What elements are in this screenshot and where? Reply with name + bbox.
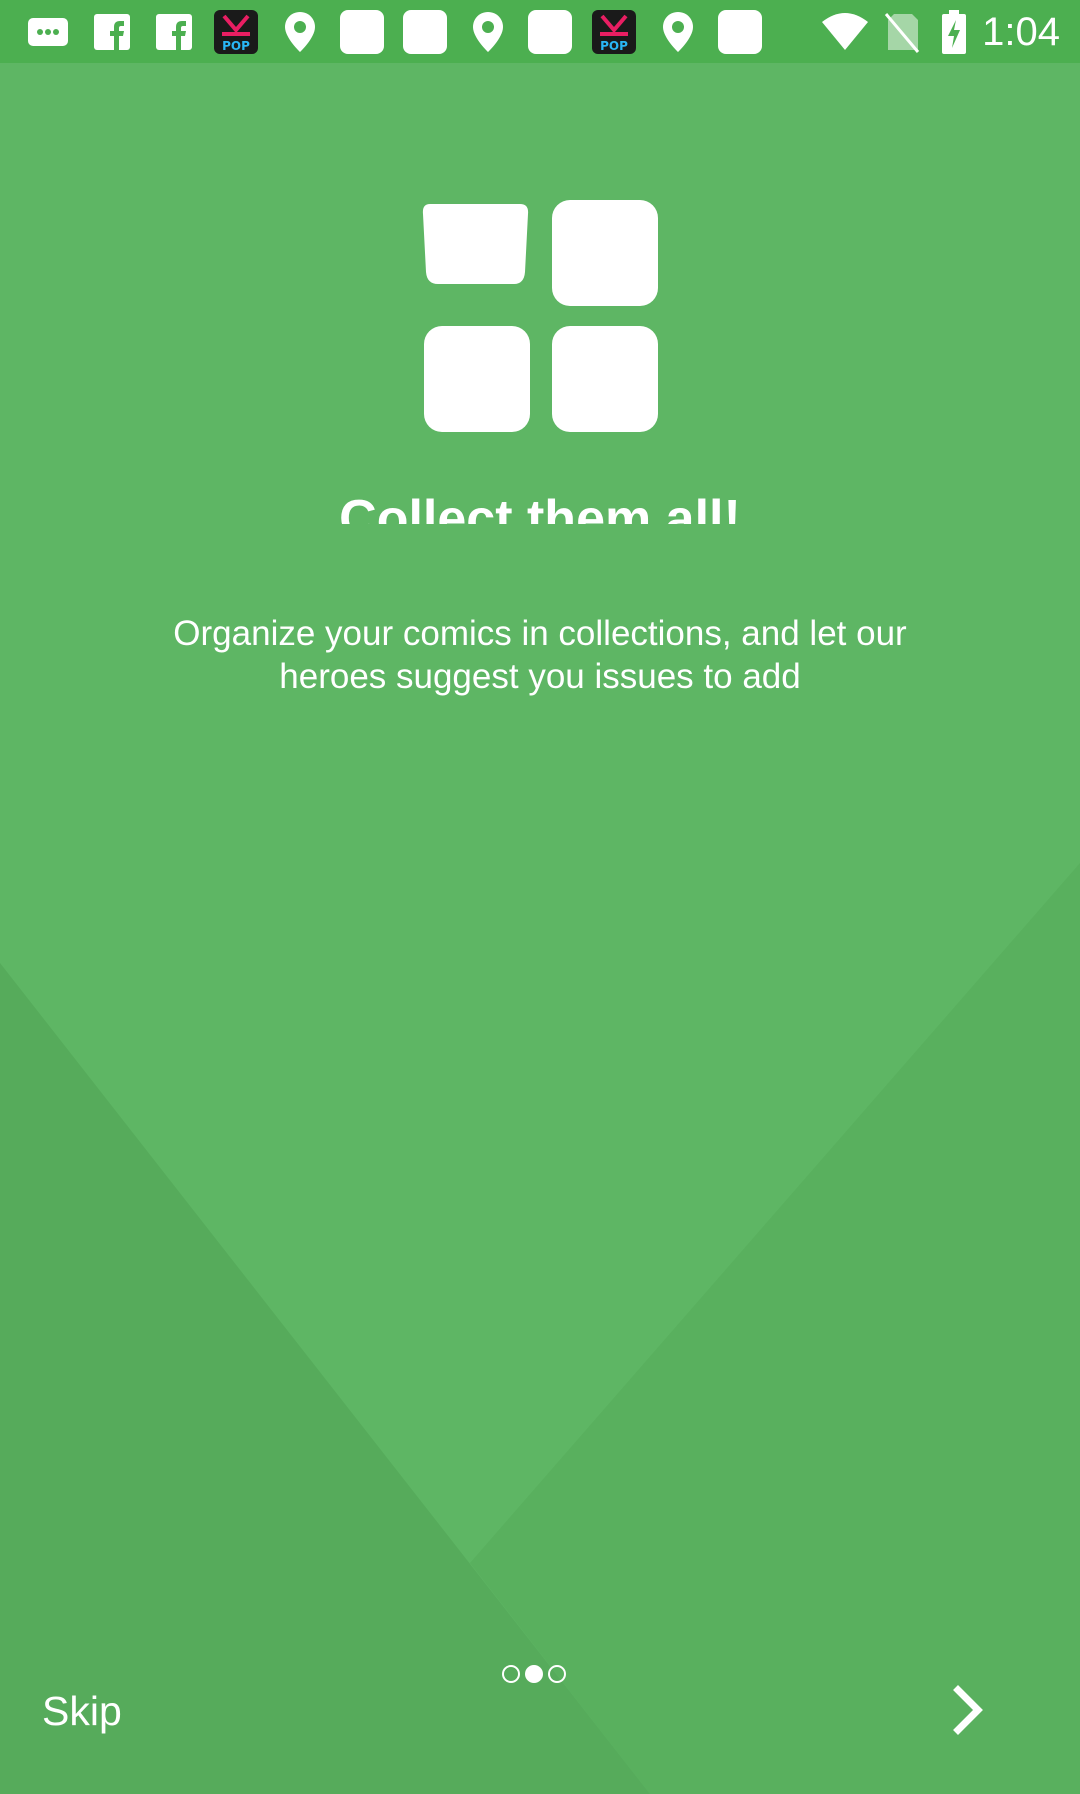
skip-button[interactable]: Skip: [42, 1684, 122, 1738]
no-sim-icon: [884, 13, 920, 53]
facebook-icon: [156, 14, 192, 50]
blank-notification-icon: [718, 10, 762, 54]
collections-grid-icon: [422, 200, 658, 432]
battery-charging-icon: [942, 10, 966, 54]
location-pin-icon: [473, 12, 503, 52]
status-time: 1:04: [982, 10, 1060, 54]
message-icon: [28, 18, 68, 46]
kpop-icon: POP: [214, 10, 258, 54]
chevron-right-icon: [953, 1685, 983, 1735]
blank-notification-icon: [340, 10, 384, 54]
location-pin-icon: [285, 12, 315, 52]
next-button[interactable]: [940, 1680, 1000, 1740]
blank-notification-icon: [528, 10, 572, 54]
kpop-icon: POP: [592, 10, 636, 54]
svg-text:POP: POP: [600, 39, 628, 53]
status-bar: POP POP 1:04: [0, 0, 1080, 63]
wifi-icon: [822, 13, 868, 50]
blank-notification-icon: [403, 10, 447, 54]
facebook-icon: [94, 14, 130, 50]
page-title: Collect them all!: [339, 490, 741, 524]
page-indicator: [502, 1665, 566, 1687]
svg-text:POP: POP: [222, 39, 250, 53]
page-dot-2: [525, 1665, 543, 1683]
location-pin-icon: [663, 12, 693, 52]
page-dot-3: [548, 1665, 566, 1683]
page-description: Organize your comics in collections, and…: [173, 614, 907, 696]
page-dot-1: [502, 1665, 520, 1683]
